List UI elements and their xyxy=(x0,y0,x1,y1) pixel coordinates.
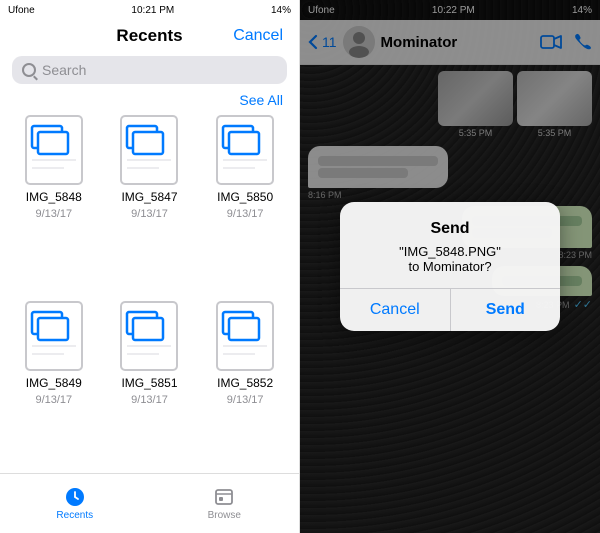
file-name: IMG_5848 xyxy=(26,190,82,204)
file-grid: IMG_5848 9/13/17 IMG_5847 9/13/17 xyxy=(0,114,299,473)
dialog-overlay: Send "IMG_5848.PNG" to Mominator? Cancel… xyxy=(300,0,600,533)
file-item[interactable]: IMG_5848 9/13/17 xyxy=(12,114,96,288)
file-icon xyxy=(215,300,275,372)
search-placeholder: Search xyxy=(42,62,86,78)
dialog-actions: Cancel Send xyxy=(340,288,560,331)
recents-icon xyxy=(64,486,86,508)
left-panel: Ufone 10:21 PM 14% Recents Cancel Search… xyxy=(0,0,300,533)
tab-bar: Recents Browse xyxy=(0,473,299,533)
browse-icon xyxy=(213,486,235,508)
file-date: 9/13/17 xyxy=(131,394,168,406)
left-header: Recents Cancel xyxy=(0,20,299,52)
file-icon xyxy=(24,114,84,186)
file-name: IMG_5852 xyxy=(217,376,273,390)
right-panel: Ufone 10:22 PM 14% 11 Mominator xyxy=(300,0,600,533)
dialog-send-button[interactable]: Send xyxy=(451,289,561,331)
confirmation-dialog: Send "IMG_5848.PNG" to Mominator? Cancel… xyxy=(340,202,560,331)
file-icon xyxy=(119,300,179,372)
file-icon xyxy=(119,114,179,186)
left-battery: 14% xyxy=(271,5,291,16)
file-item[interactable]: IMG_5849 9/13/17 xyxy=(12,300,96,474)
file-date: 9/13/17 xyxy=(35,208,72,220)
file-date: 9/13/17 xyxy=(35,394,72,406)
left-carrier: Ufone xyxy=(8,5,35,16)
dialog-content: Send "IMG_5848.PNG" to Mominator? xyxy=(340,202,560,288)
file-name: IMG_5850 xyxy=(217,190,273,204)
tab-recents[interactable]: Recents xyxy=(0,486,150,521)
tab-browse[interactable]: Browse xyxy=(150,486,300,521)
file-date: 9/13/17 xyxy=(227,208,264,220)
dialog-filename: "IMG_5848.PNG" xyxy=(399,244,501,259)
browse-tab-label: Browse xyxy=(208,510,241,521)
file-icon xyxy=(24,300,84,372)
search-bar[interactable]: Search xyxy=(12,56,287,84)
recents-tab-label: Recents xyxy=(56,510,93,521)
dialog-recipient: to Mominator? xyxy=(408,259,491,274)
search-icon xyxy=(22,63,36,77)
file-name: IMG_5849 xyxy=(26,376,82,390)
file-date: 9/13/17 xyxy=(131,208,168,220)
file-name: IMG_5851 xyxy=(121,376,177,390)
file-name: IMG_5847 xyxy=(121,190,177,204)
file-item[interactable]: IMG_5851 9/13/17 xyxy=(108,300,192,474)
dialog-message: "IMG_5848.PNG" to Mominator? xyxy=(356,244,544,274)
recents-title: Recents xyxy=(116,26,182,46)
left-status-bar: Ufone 10:21 PM 14% xyxy=(0,0,299,20)
file-icon xyxy=(215,114,275,186)
see-all-row: See All xyxy=(0,92,299,114)
see-all-link[interactable]: See All xyxy=(239,92,283,108)
file-item[interactable]: IMG_5850 9/13/17 xyxy=(203,114,287,288)
cancel-button[interactable]: Cancel xyxy=(233,27,283,45)
file-item[interactable]: IMG_5852 9/13/17 xyxy=(203,300,287,474)
file-item[interactable]: IMG_5847 9/13/17 xyxy=(108,114,192,288)
dialog-title: Send xyxy=(356,220,544,238)
dialog-cancel-button[interactable]: Cancel xyxy=(340,289,451,331)
left-time: 10:21 PM xyxy=(131,5,174,16)
file-date: 9/13/17 xyxy=(227,394,264,406)
